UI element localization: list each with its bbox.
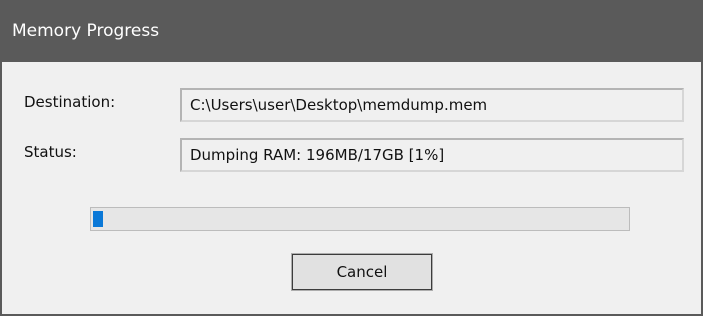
- memory-progress-dialog: Memory Progress Destination: C:\Users\us…: [0, 0, 703, 316]
- progress-bar-fill: [93, 211, 103, 227]
- progress-bar: [90, 207, 630, 231]
- status-label: Status:: [24, 143, 77, 161]
- destination-label: Destination:: [24, 93, 116, 111]
- status-field: Dumping RAM: 196MB/17GB [1%]: [180, 138, 684, 172]
- title-bar: Memory Progress: [2, 0, 701, 62]
- cancel-button[interactable]: Cancel: [291, 253, 433, 291]
- destination-field: C:\Users\user\Desktop\memdump.mem: [180, 88, 684, 122]
- window-title: Memory Progress: [12, 21, 160, 41]
